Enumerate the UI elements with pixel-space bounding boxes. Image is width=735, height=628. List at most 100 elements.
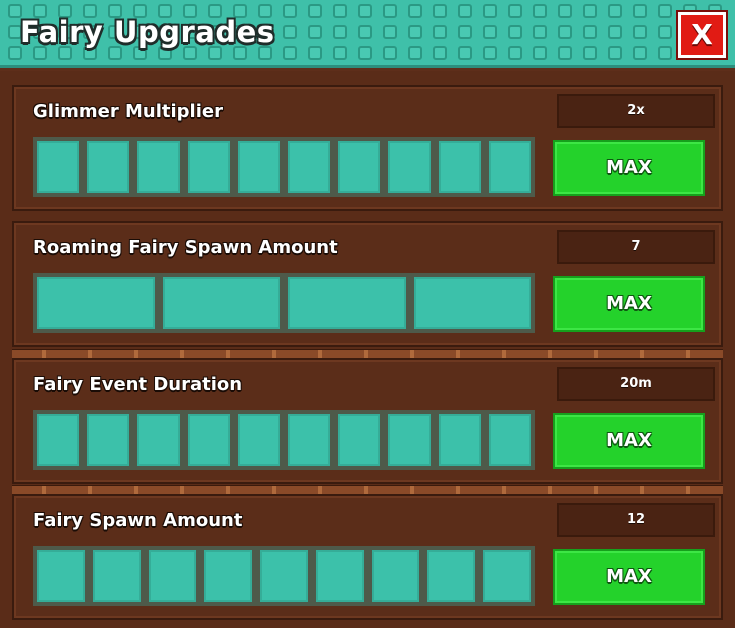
title-bar-stud <box>358 46 372 60</box>
progress-segment <box>413 277 531 329</box>
progress-segment <box>237 414 281 466</box>
title-bar-stud <box>658 46 672 60</box>
progress-segment <box>37 414 80 466</box>
title-bar-stud <box>358 4 372 18</box>
title-bar-stud <box>408 4 422 18</box>
title-bar-stud <box>483 4 497 18</box>
title-bar-stud <box>458 46 472 60</box>
upgrade-progress-bar <box>33 546 535 606</box>
upgrade-max-button[interactable]: MAX <box>553 276 705 332</box>
title-bar-stud <box>558 46 572 60</box>
progress-segment <box>37 141 80 193</box>
upgrades-panel: Glimmer Multiplier 2x MAX Roaming Fairy … <box>0 71 735 628</box>
title-bar-stud <box>358 25 372 39</box>
title-bar-stud <box>583 25 597 39</box>
title-bar-stud <box>608 4 622 18</box>
progress-segment <box>137 414 180 466</box>
progress-segment <box>92 550 141 602</box>
progress-segment <box>483 550 532 602</box>
title-bar-stud <box>508 46 522 60</box>
title-bar-stud <box>433 4 447 18</box>
upgrade-name: Glimmer Multiplier <box>33 101 223 122</box>
progress-segment <box>87 141 130 193</box>
title-bar-stud <box>633 46 647 60</box>
title-bar-stud <box>533 25 547 39</box>
progress-segment <box>137 141 180 193</box>
title-bar-stud <box>458 4 472 18</box>
title-bar-stud <box>583 4 597 18</box>
progress-segment <box>438 141 481 193</box>
title-bar-stud <box>383 46 397 60</box>
title-bar-stud <box>558 25 572 39</box>
upgrade-card-fairy-event-duration: Fairy Event Duration 20m MAX <box>12 358 723 484</box>
progress-segment <box>237 141 281 193</box>
title-bar-stud <box>283 25 297 39</box>
title-bar-stud <box>533 46 547 60</box>
title-bar-stud <box>608 25 622 39</box>
progress-segment <box>315 550 364 602</box>
title-bar-stud <box>408 46 422 60</box>
window-title: Fairy Upgrades <box>20 15 275 49</box>
upgrade-progress-bar <box>33 273 535 333</box>
progress-segment <box>488 141 532 193</box>
title-bar-stud <box>433 25 447 39</box>
title-bar-stud <box>558 4 572 18</box>
progress-segment <box>371 550 420 602</box>
title-bar-stud <box>633 4 647 18</box>
upgrade-card-fairy-spawn-amount: Fairy Spawn Amount 12 MAX <box>12 494 723 620</box>
title-bar-stud <box>408 25 422 39</box>
upgrade-value: 7 <box>557 230 715 264</box>
upgrade-value: 12 <box>557 503 715 537</box>
progress-segment <box>288 414 331 466</box>
title-bar-stud <box>483 46 497 60</box>
progress-segment <box>488 414 532 466</box>
progress-segment <box>288 141 331 193</box>
progress-segment <box>338 414 381 466</box>
title-bar-stud <box>308 46 322 60</box>
progress-segment <box>427 550 476 602</box>
progress-segment <box>37 277 155 329</box>
progress-segment <box>187 141 230 193</box>
title-bar-stud <box>383 25 397 39</box>
title-bar-stud <box>433 46 447 60</box>
progress-segment <box>438 414 481 466</box>
title-bar-stud <box>383 4 397 18</box>
progress-segment <box>37 550 85 602</box>
title-bar-stud <box>583 46 597 60</box>
upgrade-value: 2x <box>557 94 715 128</box>
upgrade-progress-bar <box>33 137 535 197</box>
upgrade-name: Fairy Event Duration <box>33 374 243 395</box>
progress-segment <box>162 277 280 329</box>
progress-segment <box>87 414 130 466</box>
upgrade-max-button[interactable]: MAX <box>553 413 705 469</box>
upgrade-name: Fairy Spawn Amount <box>33 510 243 531</box>
title-bar: Fairy Upgrades X <box>0 0 735 68</box>
title-bar-stud <box>308 25 322 39</box>
title-bar-stud <box>333 4 347 18</box>
progress-segment <box>388 141 431 193</box>
title-bar-stud <box>608 46 622 60</box>
title-bar-stud <box>658 25 672 39</box>
upgrade-value: 20m <box>557 367 715 401</box>
upgrade-progress-bar <box>33 410 535 470</box>
title-bar-stud <box>508 4 522 18</box>
close-button[interactable]: X <box>678 12 726 58</box>
progress-segment <box>338 141 381 193</box>
title-bar-stud <box>483 25 497 39</box>
title-bar-stud <box>458 25 472 39</box>
upgrade-max-button[interactable]: MAX <box>553 549 705 605</box>
upgrade-max-button[interactable]: MAX <box>553 140 705 196</box>
upgrade-name: Roaming Fairy Spawn Amount <box>33 237 338 258</box>
title-bar-stud <box>283 46 297 60</box>
progress-segment <box>187 414 230 466</box>
fairy-upgrades-window: Fairy Upgrades X Glimmer Multiplier 2x M… <box>0 0 735 628</box>
progress-segment <box>288 277 406 329</box>
progress-segment <box>260 550 308 602</box>
progress-segment <box>204 550 253 602</box>
title-bar-stud <box>333 46 347 60</box>
upgrade-card-glimmer-multiplier: Glimmer Multiplier 2x MAX <box>12 85 723 211</box>
title-bar-stud <box>658 4 672 18</box>
progress-segment <box>388 414 431 466</box>
title-bar-stud <box>333 25 347 39</box>
title-bar-stud <box>308 4 322 18</box>
